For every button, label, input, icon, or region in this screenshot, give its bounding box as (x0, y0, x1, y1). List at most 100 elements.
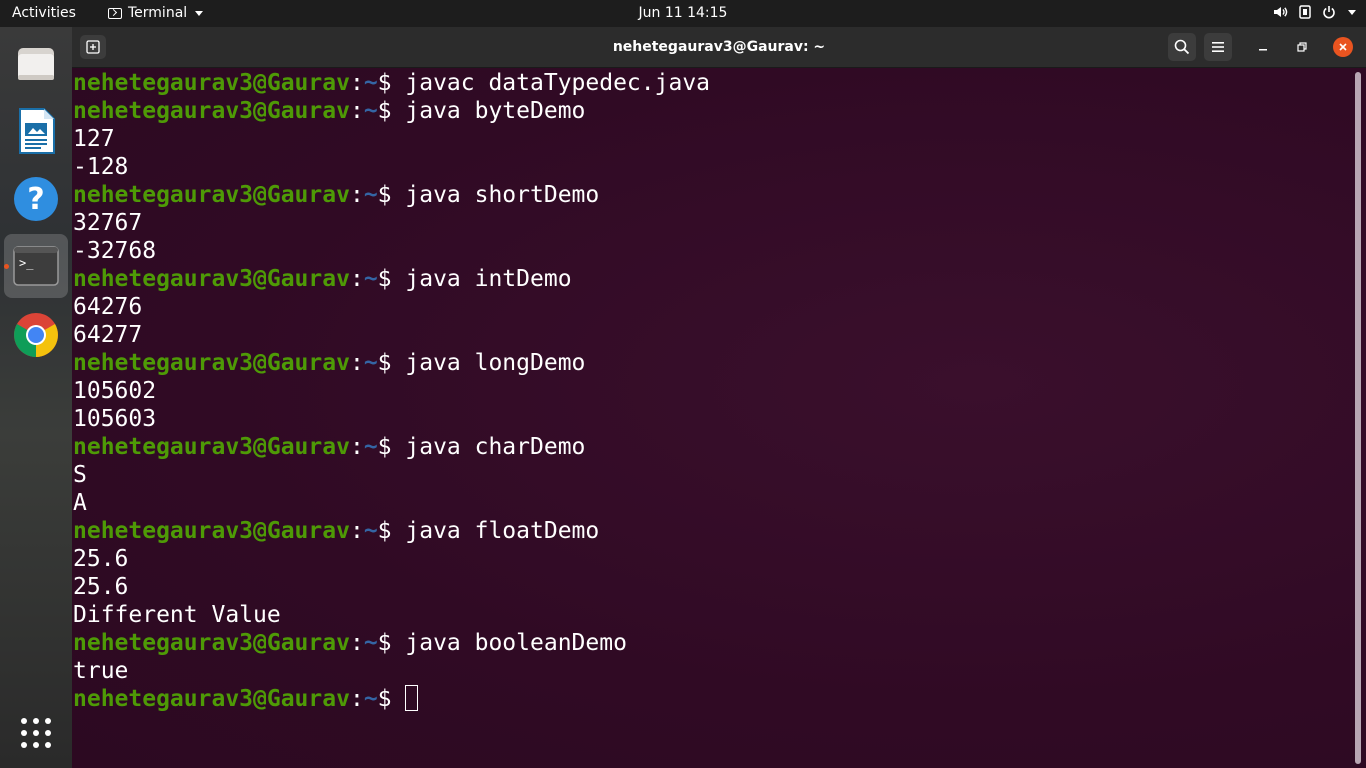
command-text: javac dataTypedec.java (405, 70, 711, 96)
system-tray[interactable] (1272, 4, 1356, 20)
output-line: 105602 (73, 377, 710, 405)
output-line: 127 (73, 125, 710, 153)
top-bar: Activities Terminal Jun 11 14:15 (0, 0, 1366, 27)
menu-button[interactable] (1204, 33, 1232, 61)
output-text: 105603 (73, 406, 157, 432)
activities-button[interactable]: Activities (12, 5, 76, 21)
prompt-user-host: nehetegaurav3@Gaurav (73, 350, 350, 376)
grid-icon (21, 718, 51, 748)
scrollbar[interactable] (1355, 72, 1361, 764)
new-tab-icon (86, 40, 100, 54)
minimize-icon (1259, 49, 1267, 51)
prompt-path: ~ (363, 630, 378, 656)
header-bar[interactable]: nehetegaurav3@Gaurav: ~ (72, 27, 1366, 68)
output-text: 127 (73, 126, 115, 152)
output-line: 25.6 (73, 545, 710, 573)
output-line: Different Value (73, 601, 710, 629)
power-icon (1322, 4, 1336, 20)
prompt-line: nehetegaurav3@Gaurav:~$ java intDemo (73, 265, 710, 293)
output-line: 32767 (73, 209, 710, 237)
dock-item-libreoffice[interactable] (4, 99, 68, 163)
show-applications-button[interactable] (4, 701, 68, 765)
output-text: Different Value (73, 602, 281, 628)
prompt-symbol: $ (377, 630, 406, 656)
folder-icon (18, 48, 54, 80)
output-line: true (73, 657, 710, 685)
output-text: -32768 (73, 238, 157, 264)
restore-icon (1297, 42, 1307, 52)
help-icon: ? (14, 177, 58, 221)
text-cursor[interactable] (405, 685, 419, 711)
new-tab-button[interactable] (80, 35, 106, 59)
output-line: 25.6 (73, 573, 710, 601)
search-icon (1174, 39, 1190, 55)
output-text: 105602 (73, 378, 157, 404)
terminal-area[interactable]: nehetegaurav3@Gaurav:~$ javac dataTypede… (72, 68, 1366, 768)
output-text: 64276 (73, 294, 143, 320)
prompt-symbol: $ (377, 98, 406, 124)
output-text: 25.6 (73, 546, 129, 572)
prompt-path: ~ (363, 182, 378, 208)
prompt-symbol: $ (377, 518, 406, 544)
prompt-colon: : (349, 98, 364, 124)
chevron-down-icon (195, 10, 204, 16)
terminal-window: nehetegaurav3@Gaurav: ~ nehetegaurav3@Ga… (72, 27, 1366, 768)
chevron-down-icon (1348, 9, 1356, 15)
prompt-symbol: $ (377, 686, 406, 712)
prompt-line: nehetegaurav3@Gaurav:~$ java floatDemo (73, 517, 710, 545)
output-text: 64277 (73, 322, 143, 348)
prompt-user-host: nehetegaurav3@Gaurav (73, 434, 350, 460)
command-text: java longDemo (405, 350, 586, 376)
prompt-line: nehetegaurav3@Gaurav:~$ java charDemo (73, 433, 710, 461)
prompt-line: nehetegaurav3@Gaurav:~$ java longDemo (73, 349, 710, 377)
output-line: A (73, 489, 710, 517)
prompt-colon: : (349, 434, 364, 460)
prompt-colon: : (349, 686, 364, 712)
prompt-symbol: $ (377, 350, 406, 376)
running-indicator (4, 264, 9, 269)
dock-item-help[interactable]: ? (4, 167, 68, 231)
volume-icon (1272, 4, 1288, 20)
output-text: S (73, 462, 87, 488)
dock-item-terminal[interactable]: >_ (4, 234, 68, 298)
prompt-symbol: $ (377, 266, 406, 292)
prompt-line: nehetegaurav3@Gaurav:~$ java byteDemo (73, 97, 710, 125)
terminal-icon (108, 7, 122, 19)
network-icon (1298, 4, 1312, 20)
close-button[interactable] (1333, 37, 1353, 57)
prompt-user-host: nehetegaurav3@Gaurav (73, 182, 350, 208)
prompt-path: ~ (363, 350, 378, 376)
chrome-icon (14, 313, 58, 357)
command-text: java charDemo (405, 434, 586, 460)
prompt-line: nehetegaurav3@Gaurav:~$ (73, 685, 710, 713)
svg-text:>_: >_ (19, 256, 34, 270)
command-text: java booleanDemo (405, 630, 627, 656)
prompt-user-host: nehetegaurav3@Gaurav (73, 98, 350, 124)
search-button[interactable] (1168, 33, 1196, 61)
presentation-icon (19, 108, 55, 154)
command-text: java byteDemo (405, 98, 586, 124)
prompt-colon: : (349, 182, 364, 208)
command-text: java shortDemo (405, 182, 600, 208)
minimize-button[interactable] (1249, 33, 1277, 61)
prompt-colon: : (349, 630, 364, 656)
terminal-output: nehetegaurav3@Gaurav:~$ javac dataTypede… (73, 69, 710, 713)
output-text: A (73, 490, 87, 516)
app-menu-terminal[interactable]: Terminal (108, 5, 204, 21)
hamburger-icon (1212, 42, 1224, 52)
terminal-icon: >_ (13, 246, 59, 286)
svg-text:?: ? (27, 182, 44, 217)
dock-item-chrome[interactable] (4, 303, 68, 367)
maximize-button[interactable] (1288, 33, 1316, 61)
output-line: S (73, 461, 710, 489)
prompt-user-host: nehetegaurav3@Gaurav (73, 518, 350, 544)
output-text: 32767 (73, 210, 143, 236)
output-line: 105603 (73, 405, 710, 433)
dock: ? >_ (0, 27, 72, 768)
clock[interactable]: Jun 11 14:15 (639, 5, 728, 21)
prompt-colon: : (349, 518, 364, 544)
command-text: java intDemo (405, 266, 572, 292)
output-line: -128 (73, 153, 710, 181)
prompt-colon: : (349, 70, 364, 96)
dock-item-files[interactable] (4, 32, 68, 96)
